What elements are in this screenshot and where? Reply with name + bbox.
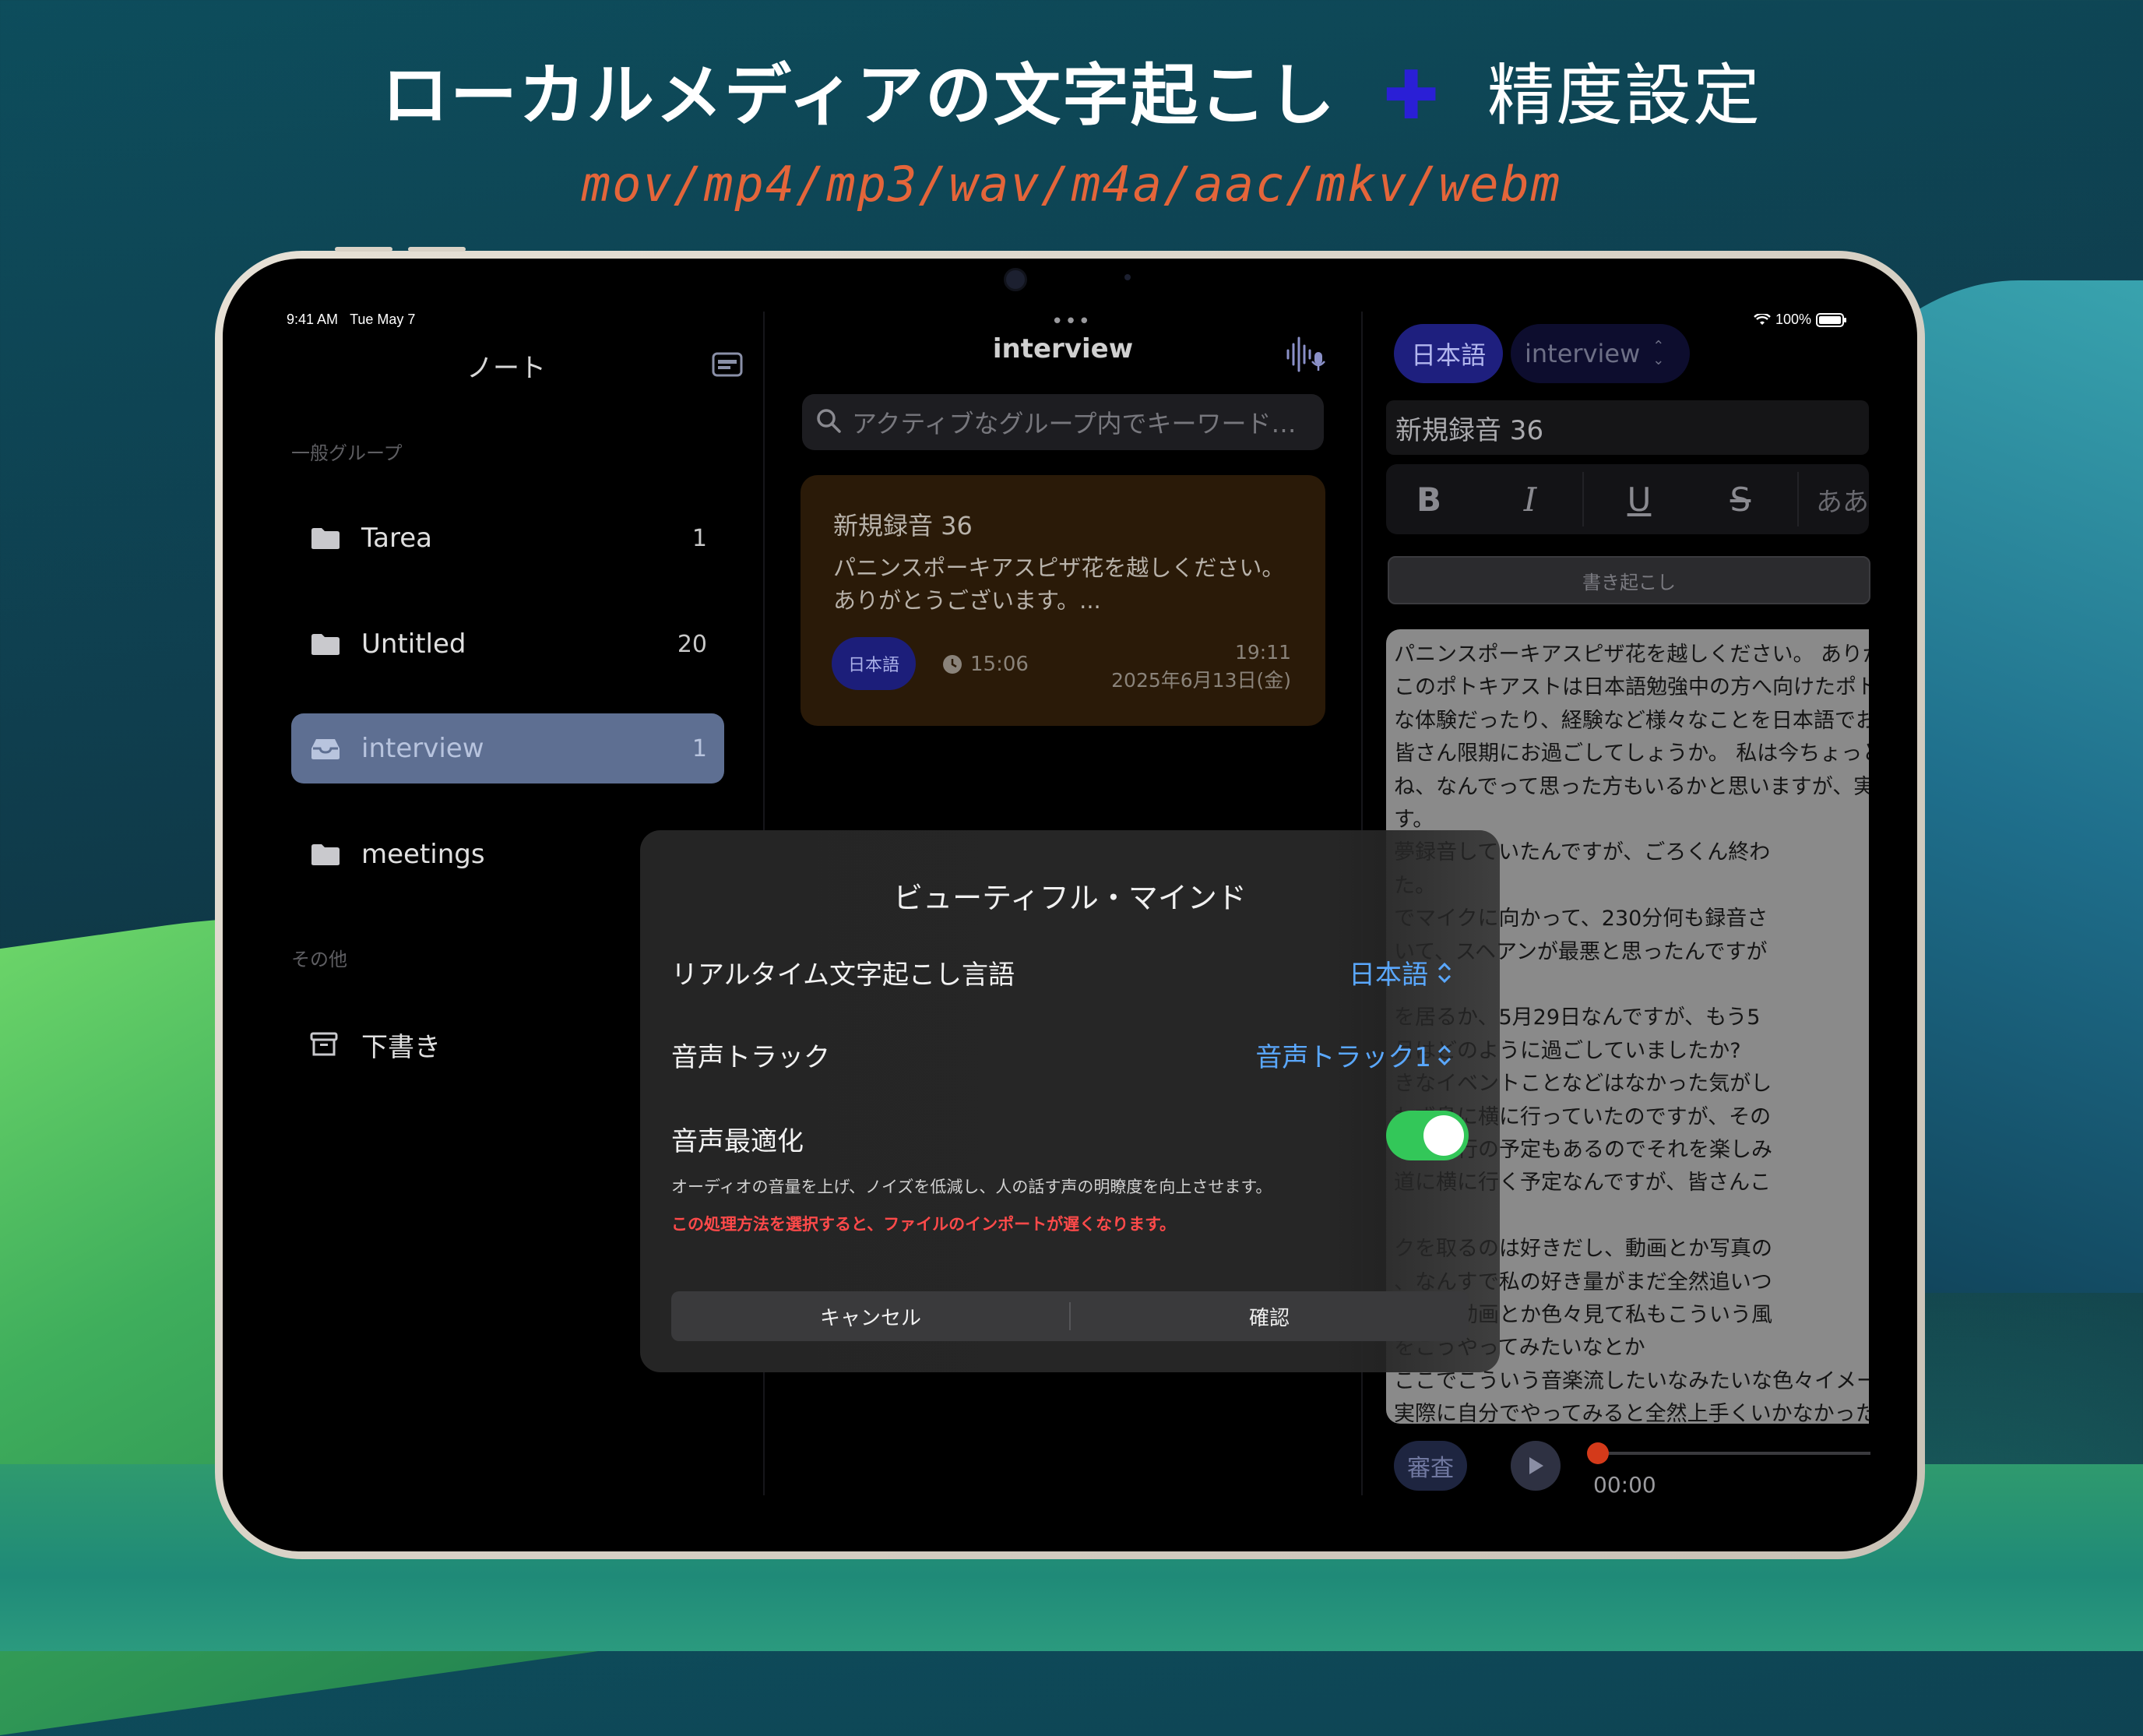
volume-button bbox=[335, 247, 392, 252]
volume-button bbox=[408, 247, 466, 252]
format-divider bbox=[1797, 472, 1799, 526]
italic-button[interactable]: I bbox=[1495, 464, 1565, 534]
underline-button[interactable]: U bbox=[1604, 464, 1674, 534]
supported-formats: mov/mp4/mp3/wav/m4a/aac/mkv/webm bbox=[581, 156, 1562, 213]
sidebar-item-interview[interactable]: interview 1 bbox=[291, 713, 724, 783]
clock-icon bbox=[943, 655, 962, 674]
dialog-title: ビューティフル・マインド bbox=[893, 881, 1247, 915]
note-preview: パニンスポーキアスピザ花を越しください。 ありがとうございます。... bbox=[833, 555, 1285, 614]
format-divider bbox=[1582, 472, 1584, 526]
headline-main: ローカルメディアの文字起こし bbox=[381, 57, 1336, 135]
note-card[interactable]: 新規録音 36 パニンスポーキアスピザ花を越しください。 ありがとうございます。… bbox=[801, 475, 1325, 726]
archive-icon bbox=[310, 1031, 343, 1058]
headline: ローカルメディアの文字起こし ✚ 精度設定 bbox=[0, 40, 2143, 135]
optimize-warning: この処理方法を選択すると、ファイルのインポートが遅くなります。 bbox=[671, 1215, 1177, 1234]
note-duration: 15:06 bbox=[942, 653, 1029, 676]
play-icon bbox=[1529, 1457, 1543, 1474]
group-selector[interactable]: interview ⌃ ⌄ bbox=[1511, 324, 1690, 383]
chevron-updown-icon bbox=[1437, 962, 1452, 983]
confirm-button[interactable]: 確認 bbox=[1070, 1291, 1469, 1341]
note-title: 新規録音 36 bbox=[833, 511, 973, 541]
note-timestamp: 19:11 2025年6月13日(金) bbox=[1111, 641, 1291, 692]
transcript-line: 皆さん限期にお過ごしてしょうか。 私は今ちょっと bbox=[1394, 741, 1869, 766]
sidebar-item-tarea[interactable]: Tarea 1 bbox=[291, 503, 724, 573]
headline-secondary: 精度設定 bbox=[1487, 57, 1762, 135]
status-time: 9:41 AM Tue May 7 bbox=[287, 312, 416, 327]
sidebar-item-label: Untitled bbox=[361, 629, 466, 660]
waveform-mic-icon[interactable] bbox=[1285, 335, 1328, 377]
sidebar-item-count: 1 bbox=[691, 734, 707, 762]
battery-icon bbox=[1816, 312, 1847, 327]
folder-icon bbox=[310, 632, 343, 657]
language-picker[interactable]: 日本語 bbox=[1349, 953, 1453, 991]
transcript-line: な体験だったり、経験など様々なことを日本語でお bbox=[1394, 708, 1869, 733]
sidebar-toggle-icon[interactable] bbox=[712, 352, 743, 380]
dialog-button-bar: キャンセル 確認 bbox=[671, 1291, 1469, 1341]
search-input[interactable]: アクティブなグループ内でキーワード… bbox=[802, 394, 1324, 450]
status-date: Tue May 7 bbox=[350, 312, 416, 327]
plus-icon: ✚ bbox=[1382, 57, 1441, 135]
playback-knob[interactable] bbox=[1587, 1442, 1609, 1464]
transcribe-button[interactable]: 書き起こし bbox=[1388, 556, 1870, 604]
sidebar-item-label: Tarea bbox=[361, 523, 432, 554]
list-title: interview bbox=[992, 333, 1134, 364]
format-toolbar: B I U S ああ bbox=[1386, 464, 1869, 534]
search-placeholder: アクティブなグループ内でキーワード… bbox=[852, 409, 1297, 438]
audio-track-label: 音声トラック bbox=[671, 1042, 830, 1073]
transcript-line: このポトキアストは日本語勉強中の方へ向けたポト bbox=[1394, 675, 1869, 700]
language-badge: 日本語 bbox=[832, 637, 916, 690]
tray-icon bbox=[310, 736, 343, 761]
sidebar-item-count: 20 bbox=[677, 630, 707, 658]
search-icon bbox=[815, 407, 843, 438]
toggle-knob bbox=[1423, 1115, 1464, 1156]
audio-optimize-toggle[interactable] bbox=[1386, 1111, 1469, 1160]
transcript-line: パニンスポーキアスピザ花を越しください。 ありが bbox=[1394, 643, 1869, 667]
section-header-other: その他 bbox=[291, 949, 347, 970]
transcript-line: 実際に自分でやってみると全然上手くいかなかった bbox=[1394, 1402, 1869, 1424]
transcript-line: す。 bbox=[1394, 808, 1434, 832]
transcription-settings-dialog: ビューティフル・マインド リアルタイム文字起こし言語 日本語 音声トラック 音声… bbox=[640, 830, 1500, 1372]
sidebar-title: ノート bbox=[466, 353, 546, 384]
play-button[interactable] bbox=[1511, 1441, 1561, 1491]
battery-percent: 100% bbox=[1775, 312, 1812, 327]
wifi-icon bbox=[1754, 313, 1771, 325]
chevron-updown-icon bbox=[1437, 1044, 1452, 1065]
cancel-button[interactable]: キャンセル bbox=[671, 1291, 1070, 1341]
folder-icon bbox=[310, 842, 343, 867]
folder-icon bbox=[310, 526, 343, 551]
more-dots[interactable]: ••• bbox=[1051, 310, 1092, 333]
chevron-updown-icon: ⌃ ⌄ bbox=[1652, 338, 1665, 368]
review-button[interactable]: 審査 bbox=[1394, 1441, 1467, 1491]
sidebar-item-count: 1 bbox=[691, 524, 707, 552]
playback-track[interactable] bbox=[1596, 1452, 1870, 1455]
sensor bbox=[1124, 274, 1131, 280]
status-right: 100% bbox=[1754, 312, 1847, 328]
bold-button[interactable]: B bbox=[1394, 464, 1464, 534]
sidebar-item-untitled[interactable]: Untitled 20 bbox=[291, 609, 724, 679]
language-label: リアルタイム文字起こし言語 bbox=[671, 960, 1015, 991]
optimize-description: オーディオの音量を上げ、ノイズを低減し、人の話す声の明瞭度を向上させます。 bbox=[671, 1178, 1272, 1196]
strikethrough-button[interactable]: S bbox=[1705, 464, 1775, 534]
note-title-field[interactable]: 新規録音 36 bbox=[1386, 400, 1869, 455]
sidebar-item-label: interview bbox=[361, 733, 484, 764]
camera bbox=[1004, 268, 1027, 291]
section-header-general: 一般グループ bbox=[291, 442, 403, 464]
playback-time: 00:00 bbox=[1593, 1472, 1656, 1498]
transcript-line: ね、なんでって思った方もいるかと思いますが、実 bbox=[1394, 774, 1869, 799]
kana-button[interactable]: ああ bbox=[1811, 464, 1874, 534]
audio-optimize-label: 音声最適化 bbox=[671, 1126, 804, 1157]
audio-track-picker[interactable]: 音声トラック1 bbox=[1255, 1036, 1453, 1074]
language-selector[interactable]: 日本語 bbox=[1394, 324, 1503, 383]
